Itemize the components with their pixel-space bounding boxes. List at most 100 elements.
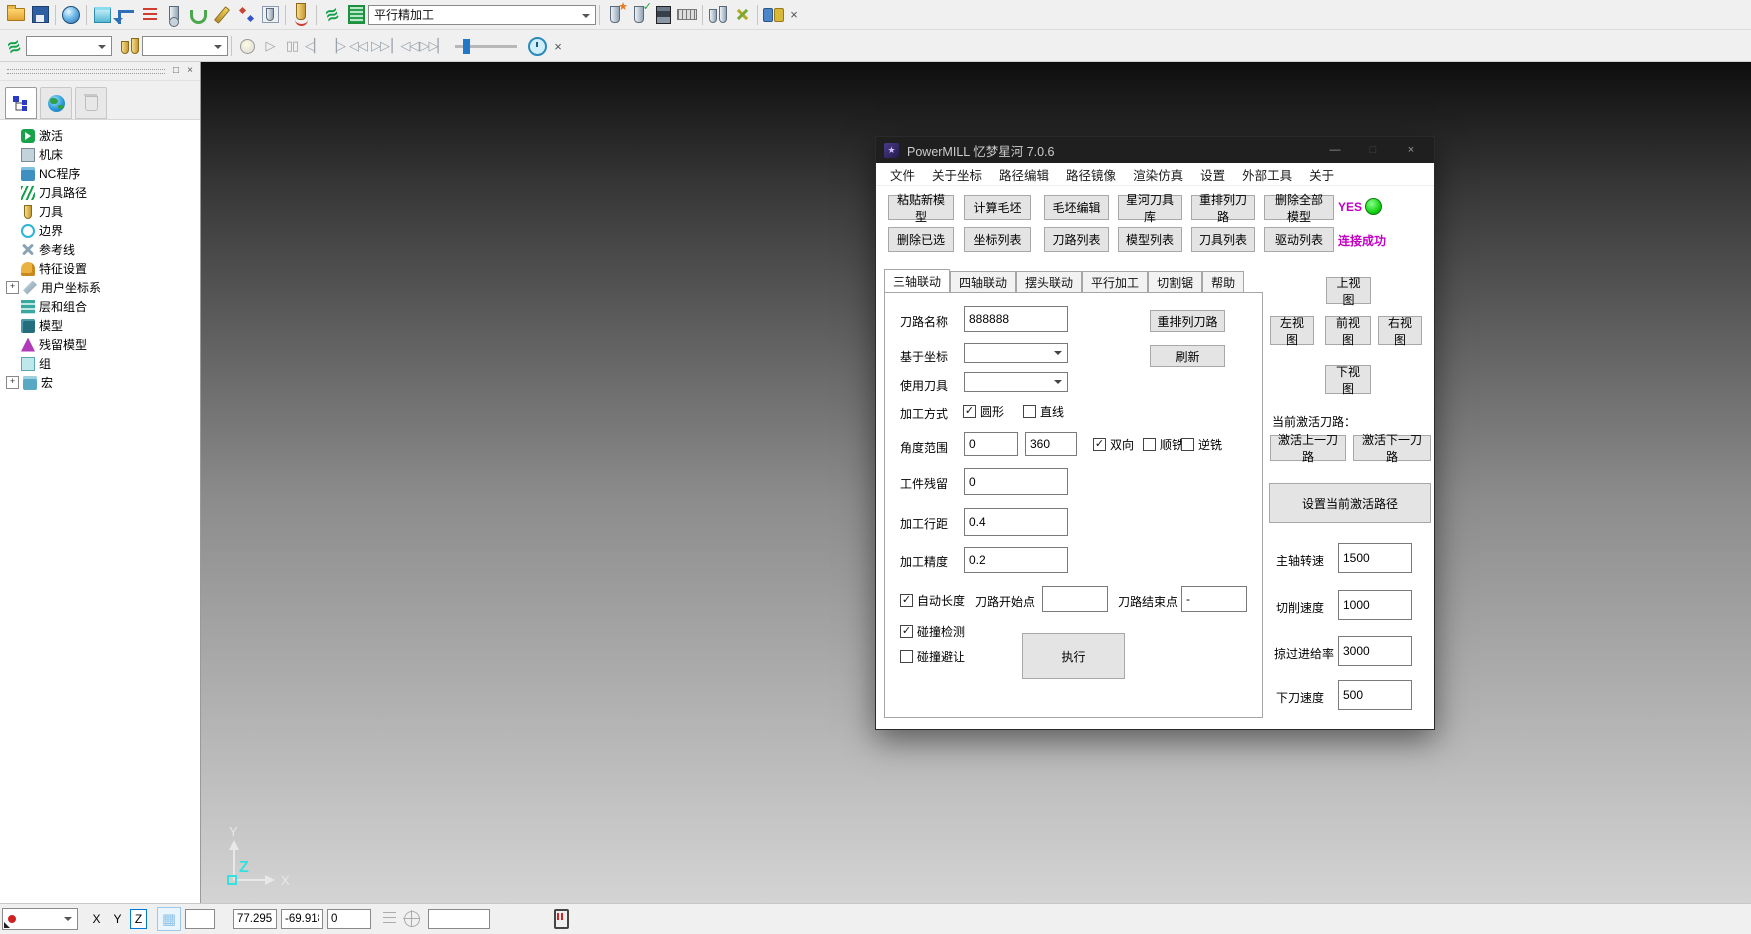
rewind-icon[interactable]: ◁◁ [347,38,369,54]
panel-close-icon[interactable]: × [183,64,197,78]
base-coord-combobox[interactable] [964,343,1068,363]
coord-z-field[interactable] [327,909,371,929]
tab-parallel[interactable]: 平行加工 [1082,271,1148,292]
toolpath-connections-icon[interactable] [114,3,138,27]
step-forward-icon[interactable]: ▕▷ [325,38,347,54]
tree-item-machine-tools[interactable]: 机床 [6,145,200,164]
tree-item-groups[interactable]: 组 [6,354,200,373]
slider-handle[interactable] [463,39,470,54]
tool-pair-icon[interactable] [706,3,730,27]
simulate-toolpath-icon[interactable] [289,3,313,27]
tree-item-tools[interactable]: 刀具 [6,202,200,221]
tree-item-levels-and-sets[interactable]: 层和组合 [6,297,200,316]
tree-item-patterns[interactable]: 参考线 [6,240,200,259]
strategy-combobox[interactable]: 平行精加工 [368,5,596,25]
spindle-speed-input[interactable] [1338,543,1412,573]
simulation-speed-slider[interactable] [455,45,517,48]
tree-item-macros[interactable]: +宏 [6,373,200,392]
toolbar-close-icon[interactable]: × [549,39,567,54]
snap-field[interactable] [185,909,215,929]
pattern-points-icon[interactable] [234,3,258,27]
tab-saw[interactable]: 切割锯 [1148,271,1202,292]
clock-icon[interactable] [525,34,549,58]
auto-length-checkbox[interactable]: ✓自动长度 [900,592,965,609]
simulation-tool-combobox[interactable] [142,36,228,56]
go-to-end-icon[interactable]: ▷▷▏ [419,38,447,54]
dialog-titlebar[interactable]: ★ PowerMILL 忆梦星河 7.0.6 — □ × [876,137,1434,163]
axis-y-button[interactable]: Y [109,909,126,929]
tree-item-activate[interactable]: 激活 [6,126,200,145]
fast-forward-icon[interactable]: ▷▷ [369,38,391,54]
calculator-icon[interactable] [651,3,675,27]
save-project-icon[interactable] [28,3,52,27]
conventional-mill-checkbox[interactable]: 逆铣 [1181,436,1222,453]
simulation-toolpath-combobox[interactable] [26,36,112,56]
cutting-feed-input[interactable] [1338,590,1412,620]
expand-toggle-icon[interactable]: + [6,281,19,294]
tab-models-globe[interactable] [40,87,72,119]
verify-toolpath-ok-icon[interactable]: ✓ [627,3,651,27]
toolpath-name-input[interactable] [964,306,1068,332]
explorer-panel-header[interactable]: □ × [0,62,200,81]
reorder-toolpath-button[interactable]: 重排列刀路 [1150,310,1225,332]
powermill-toolpath-icon[interactable]: ≋ [320,3,344,27]
pause-icon[interactable]: ▯▯ [281,38,303,54]
tree-item-boundaries[interactable]: 边界 [6,221,200,240]
verify-toolpath-star-icon[interactable]: ★ [603,3,627,27]
axis-x-button[interactable]: X [88,909,105,929]
tree-item-feature-sets[interactable]: 特征设置 [6,259,200,278]
tool-library-button[interactable]: 星河刀具库 [1118,195,1182,220]
menu-path-mirror[interactable]: 路径镜像 [1066,165,1116,184]
toolbar-close-icon[interactable]: × [785,7,803,22]
view-right-button[interactable]: 右视图 [1378,316,1422,345]
tool-select-icon[interactable] [118,34,142,58]
tree-item-nc-programs[interactable]: NC程序 [6,164,200,183]
coord-list-button[interactable]: 坐标列表 [964,227,1031,252]
coord-y-field[interactable] [281,909,323,929]
collision-detect-checkbox[interactable]: ✓碰撞检测 [900,623,965,640]
toolpath-list-button[interactable]: 刀路列表 [1044,227,1109,252]
lightbulb-icon[interactable] [235,34,259,58]
tree-item-workplanes[interactable]: +用户坐标系 [6,278,200,297]
tool-list-button[interactable]: 刀具列表 [1191,227,1255,252]
go-to-start-icon[interactable]: ▏◁◁ [391,38,419,54]
expand-toggle-icon[interactable]: + [6,376,19,389]
delete-all-models-button[interactable]: 删除全部模型 [1264,195,1334,220]
activate-prev-toolpath-button[interactable]: 激活上一刀路 [1270,435,1346,461]
tolerance-input[interactable] [964,547,1068,573]
axis-z-button[interactable]: Z [130,909,147,929]
measure-field[interactable] [428,909,490,929]
angle-to-input[interactable] [1025,432,1077,456]
edit-stock-button[interactable]: 毛坯编辑 [1044,195,1109,220]
climb-mill-checkbox[interactable]: 顺铣 [1143,436,1184,453]
tab-recycle-bin[interactable] [75,87,107,119]
drive-list-button[interactable]: 驱动列表 [1264,227,1334,252]
strategy-list-icon[interactable] [344,3,368,27]
skim-feed-input[interactable] [1338,636,1412,666]
tree-item-toolpaths[interactable]: 刀具路径 [6,183,200,202]
view-bottom-button[interactable]: 下视图 [1325,365,1371,394]
minimize-icon[interactable]: — [1320,144,1350,156]
end-point-input[interactable] [1181,586,1247,612]
reorder-toolpaths-button[interactable]: 重排列刀路 [1191,195,1255,220]
paste-new-model-button[interactable]: 粘贴新模型 [888,195,954,220]
open-project-icon[interactable] [4,3,28,27]
collision-avoid-checkbox[interactable]: 碰撞避让 [900,648,965,665]
set-active-path-button[interactable]: 设置当前激活路径 [1269,483,1431,523]
use-tool-combobox[interactable] [964,372,1068,392]
activate-next-toolpath-button[interactable]: 激活下一刀路 [1353,435,1431,461]
menu-external-tools[interactable]: 外部工具 [1242,165,1292,184]
delete-selected-button[interactable]: 删除已选 [888,227,954,252]
z-levels-icon[interactable] [138,3,162,27]
measure-ruler-icon[interactable] [675,3,699,27]
both-direction-checkbox[interactable]: ✓双向 [1093,436,1134,453]
menu-settings[interactable]: 设置 [1200,165,1225,184]
tab-help[interactable]: 帮助 [1202,271,1244,292]
play-icon[interactable]: ▷ [259,38,281,54]
stepover-input[interactable] [964,508,1068,536]
panel-grip-handle[interactable] [7,69,165,74]
menu-path-edit[interactable]: 路径编辑 [999,165,1049,184]
compare-models-icon[interactable] [761,3,785,27]
model-list-button[interactable]: 模型列表 [1118,227,1182,252]
tab-3axis[interactable]: 三轴联动 [884,269,950,292]
